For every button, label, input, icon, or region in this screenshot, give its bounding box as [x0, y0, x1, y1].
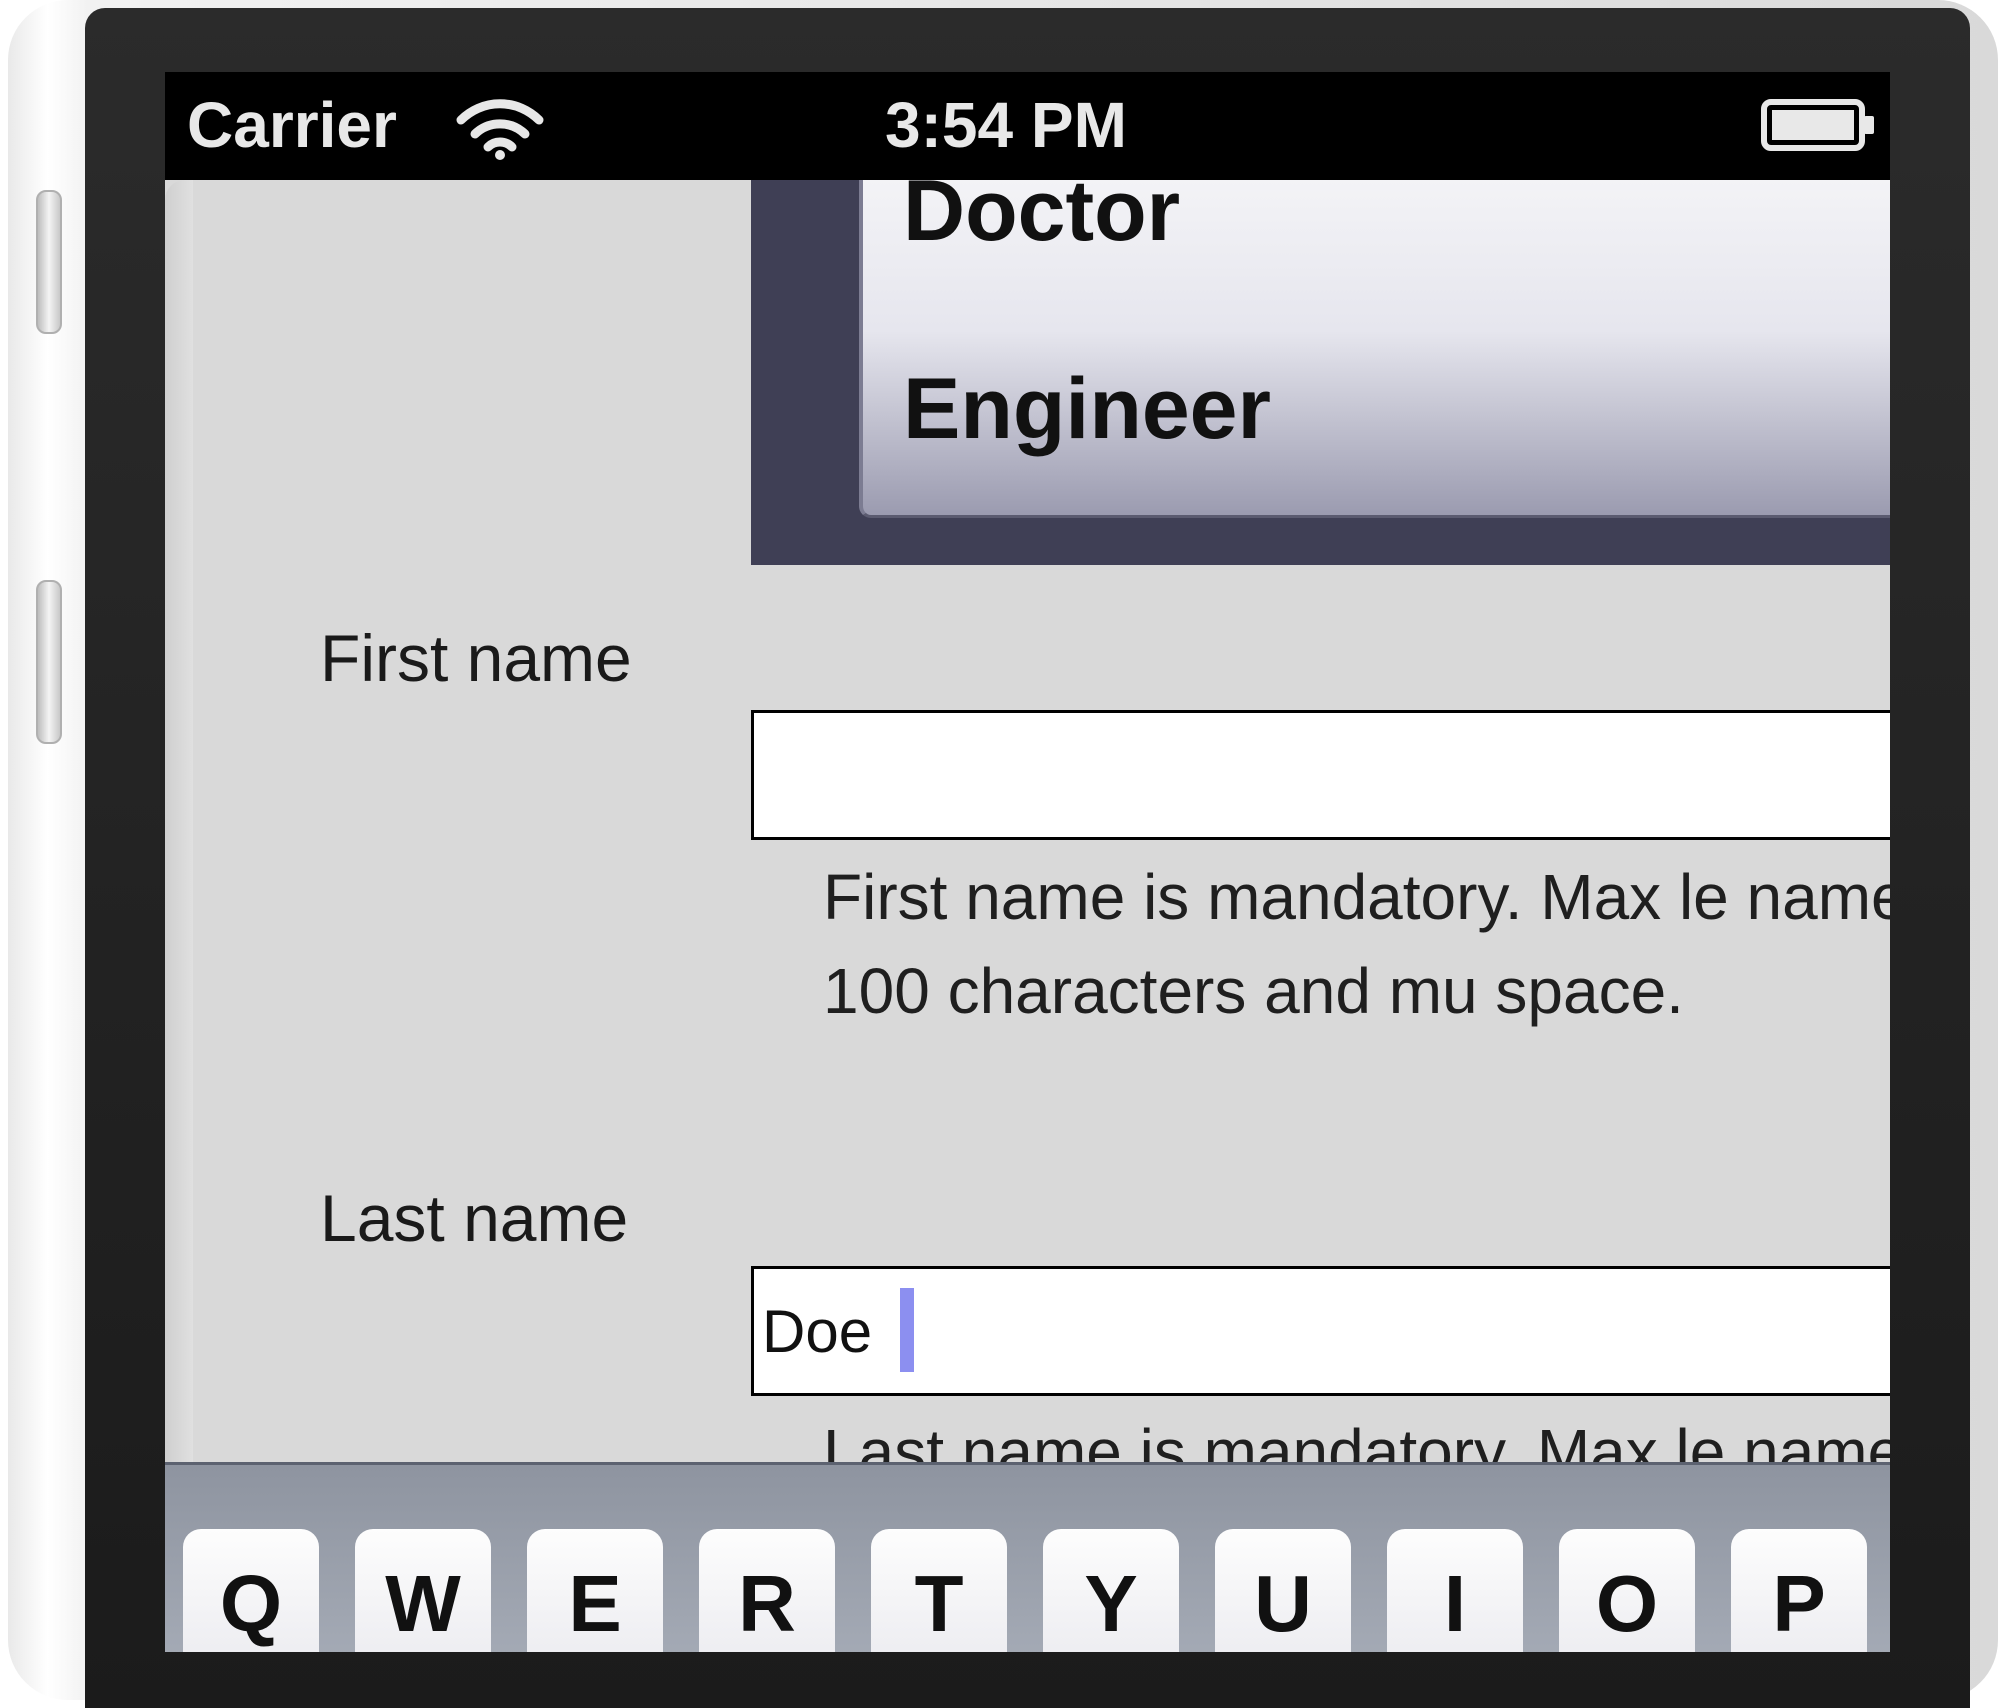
key-p[interactable]: P — [1731, 1529, 1867, 1652]
key-t[interactable]: T — [871, 1529, 1007, 1652]
phone-screen: Carrier 3:54 PM Doctor Engineer First na… — [165, 72, 1890, 1652]
first-name-hint: First name is mandatory. Max le name is … — [823, 861, 1890, 1027]
key-u[interactable]: U — [1215, 1529, 1351, 1652]
key-y[interactable]: Y — [1043, 1529, 1179, 1652]
picker-row-engineer[interactable]: Engineer — [903, 360, 1271, 459]
wifi-icon — [455, 96, 545, 175]
volume-button — [36, 580, 62, 744]
text-caret — [900, 1288, 914, 1372]
first-name-label: First name — [320, 621, 632, 695]
carrier-label: Carrier — [187, 89, 397, 161]
status-time: 3:54 PM — [885, 89, 1127, 161]
side-button — [36, 190, 62, 334]
key-r[interactable]: R — [699, 1529, 835, 1652]
key-e[interactable]: E — [527, 1529, 663, 1652]
occupation-picker[interactable]: Doctor Engineer — [751, 180, 1890, 565]
first-name-field[interactable] — [751, 710, 1890, 840]
keyboard: Q W E R T Y U I O P — [165, 1462, 1890, 1652]
key-o[interactable]: O — [1559, 1529, 1695, 1652]
key-q[interactable]: Q — [183, 1529, 319, 1652]
battery-icon — [1760, 96, 1880, 171]
key-w[interactable]: W — [355, 1529, 491, 1652]
last-name-field[interactable] — [751, 1266, 1890, 1396]
picker-row-doctor[interactable]: Doctor — [903, 180, 1180, 261]
key-i[interactable]: I — [1387, 1529, 1523, 1652]
picker-wheel[interactable]: Doctor Engineer — [859, 180, 1890, 518]
content-edge — [165, 180, 193, 1570]
form-content: Doctor Engineer First name First name is… — [165, 180, 1890, 1582]
last-name-label: Last name — [320, 1181, 629, 1255]
status-bar: Carrier 3:54 PM — [165, 72, 1890, 180]
